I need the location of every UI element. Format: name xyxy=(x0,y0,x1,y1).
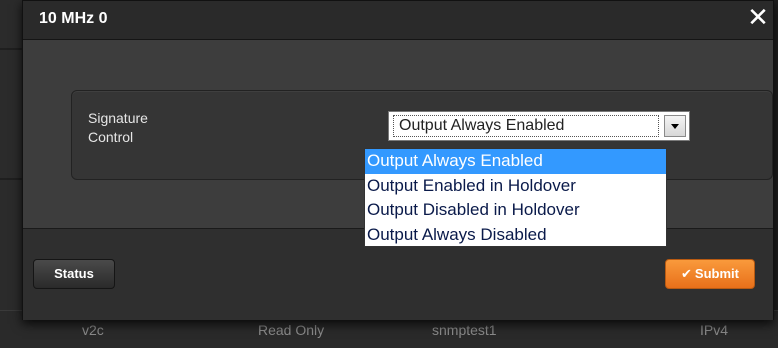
submit-label: Submit xyxy=(694,266,739,281)
background-cell-ip-version: IPv4 xyxy=(700,322,729,338)
field-label-line2: Control xyxy=(88,129,134,145)
dropdown-option-always-disabled[interactable]: Output Always Disabled xyxy=(365,223,666,248)
chevron-down-icon[interactable] xyxy=(664,115,686,137)
background-cell-version: v2c xyxy=(82,322,104,338)
modal-title: 10 MHz 0 xyxy=(39,10,108,27)
select-selected-value: Output Always Enabled xyxy=(393,115,659,137)
background-cell-access: Read Only xyxy=(258,322,325,338)
signature-control-dropdown[interactable]: Output Always Enabled Output Enabled in … xyxy=(364,148,667,247)
background-panel-strip xyxy=(0,180,23,310)
background-panel-strip xyxy=(0,50,23,178)
submit-button[interactable]: ✔ Submit xyxy=(665,259,755,289)
modal-header: 10 MHz 0 ✕ xyxy=(23,1,773,40)
check-icon: ✔ xyxy=(681,266,692,281)
signature-control-label: Signature Control xyxy=(88,109,208,147)
screen: v2c Read Only snmptest1 IPv4 10 MHz 0 ✕ … xyxy=(0,0,778,348)
field-label-line1: Signature xyxy=(88,110,148,126)
background-cell-community: snmptest1 xyxy=(432,322,497,338)
status-button[interactable]: Status xyxy=(33,259,115,289)
dropdown-option-disabled-in-holdover[interactable]: Output Disabled in Holdover xyxy=(365,198,666,223)
close-icon[interactable]: ✕ xyxy=(745,3,771,31)
dropdown-option-always-enabled[interactable]: Output Always Enabled xyxy=(365,149,666,174)
background-panel-strip xyxy=(0,0,23,48)
dropdown-option-enabled-in-holdover[interactable]: Output Enabled in Holdover xyxy=(365,174,666,199)
signature-control-select[interactable]: Output Always Enabled xyxy=(388,111,690,141)
